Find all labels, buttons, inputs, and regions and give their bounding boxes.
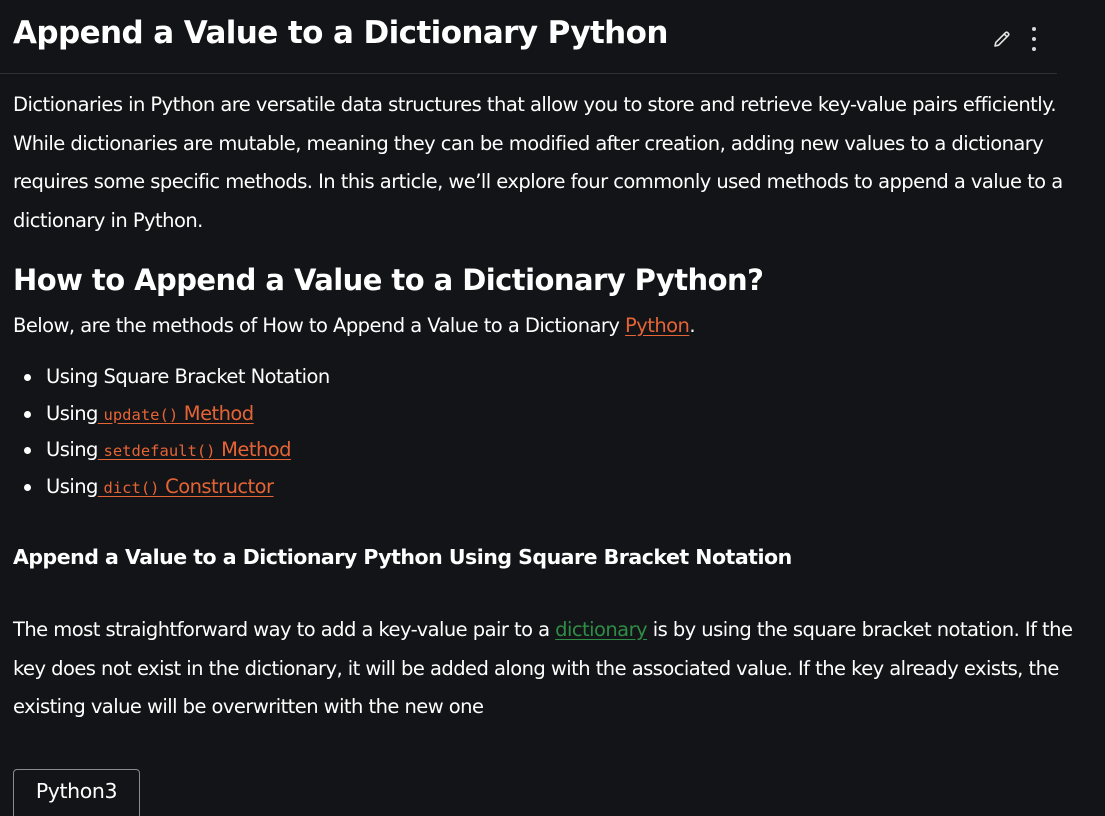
update-method-link[interactable]: update() Method [98,401,255,425]
setdefault-method-link[interactable]: setdefault() Method [98,438,292,461]
list-item: Using Square Bracket Notation [0,361,330,398]
list-item: Using setdefault() Method [0,434,330,471]
method-label: Using Square Bracket Notation [46,365,330,388]
list-item: Using update() Method [0,398,330,435]
method-code: update() [103,405,179,424]
more-options-button[interactable] [1024,25,1044,53]
article-page: Append a Value to a Dictionary Python Di… [0,0,1105,816]
dictionary-link[interactable]: dictionary [555,618,647,641]
code-tab-python3[interactable]: Python3 [13,769,140,816]
dict-constructor-link[interactable]: dict() Constructor [98,474,275,498]
pencil-icon [994,31,1010,47]
intro-paragraph: Dictionaries in Python are versatile dat… [13,93,1063,232]
methods-intro-text: Below, are the methods of How to Append … [13,311,696,341]
paragraph-text-start: The most straightforward way to add a ke… [13,618,556,641]
edit-button[interactable] [990,27,1014,51]
method-prefix: Using [46,474,98,498]
methods-list: Using Square Bracket Notation Using upda… [0,361,330,507]
methods-intro-period: . [689,314,695,337]
subsection-heading: Append a Value to a Dictionary Python Us… [13,545,792,569]
section-heading: How to Append a Value to a Dictionary Py… [13,263,764,297]
methods-intro-label: Below, are the methods of How to Append … [13,314,626,337]
bullet-icon [24,410,31,418]
article-title: Append a Value to a Dictionary Python [13,15,668,51]
list-item: Using dict() Constructor [0,471,330,508]
python-link[interactable]: Python [625,314,690,337]
square-bracket-paragraph: The most straightforward way to add a ke… [13,611,1083,727]
bullet-icon [24,447,31,454]
method-code: setdefault() [103,442,216,460]
bullet-icon [24,374,31,381]
method-prefix: Using [46,438,98,461]
method-prefix: Using [46,401,98,425]
bullet-icon [24,483,31,491]
method-suffix: Method [215,438,291,461]
article-header: Append a Value to a Dictionary Python [0,0,1057,74]
method-suffix: Constructor [159,474,274,498]
method-code: dict() [103,478,160,497]
method-suffix: Method [178,401,254,425]
vertical-dots-icon [1032,27,1036,51]
